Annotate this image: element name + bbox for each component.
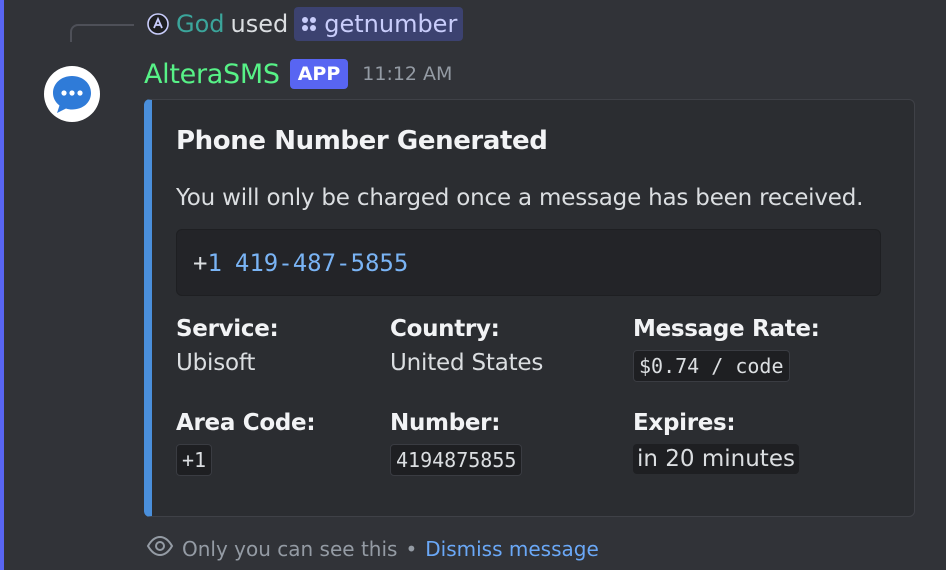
phone-prefix-digit: 1 <box>207 248 222 277</box>
field-message-rate: Message Rate: $0.74 / code <box>633 316 820 382</box>
message-timestamp[interactable]: 11:12 AM <box>362 63 452 85</box>
phone-number-code-block[interactable]: +1 419-487-5855 <box>176 229 881 296</box>
ephemeral-notice: Only you can see this • Dismiss message <box>146 535 599 561</box>
eye-icon <box>146 535 174 561</box>
command-interaction: God used getnumber <box>146 6 464 42</box>
interaction-user[interactable]: God <box>176 10 225 38</box>
field-number-value: 4194875855 <box>390 444 523 476</box>
ephemeral-separator: • <box>405 536 418 561</box>
field-area-code-name: Area Code: <box>176 410 316 436</box>
app-badge: APP <box>289 59 349 89</box>
field-area-code: Area Code: +1 <box>176 410 316 476</box>
field-expires-name: Expires: <box>633 410 736 436</box>
embed-title: Phone Number Generated <box>176 126 548 156</box>
field-number-name: Number: <box>390 410 501 436</box>
user-avatar-icon[interactable] <box>146 12 170 36</box>
field-message-rate-name: Message Rate: <box>633 316 820 342</box>
command-name: getnumber <box>324 10 458 38</box>
interaction-used-text: used <box>230 10 289 38</box>
command-pill[interactable]: getnumber <box>294 7 464 41</box>
highlight-bar <box>0 0 4 570</box>
phone-number: 419-487-5855 <box>234 248 409 277</box>
chat-view: God used getnumber AlteraSMS APP 11:12 A… <box>0 0 946 570</box>
field-message-rate-value: $0.74 / code <box>633 350 790 382</box>
reply-spine <box>70 24 134 42</box>
dismiss-message-link[interactable]: Dismiss message <box>425 537 599 561</box>
field-service: Service: Ubisoft <box>176 316 279 376</box>
field-service-value: Ubisoft <box>176 350 256 376</box>
field-number: Number: 4194875855 <box>390 410 523 476</box>
message-header: AlteraSMS APP 11:12 AM <box>144 56 452 92</box>
field-country-name: Country: <box>390 316 500 342</box>
field-country-value: United States <box>390 350 544 376</box>
command-icon <box>302 17 317 31</box>
field-country: Country: United States <box>390 316 543 376</box>
bot-avatar[interactable] <box>44 66 100 122</box>
embed-card: Phone Number Generated You will only be … <box>144 99 915 517</box>
field-expires-value: in 20 minutes <box>633 444 799 474</box>
field-expires: Expires: in 20 minutes <box>633 410 799 474</box>
field-service-name: Service: <box>176 316 279 342</box>
field-area-code-value: +1 <box>176 444 213 476</box>
ephemeral-text: Only you can see this <box>182 536 398 561</box>
phone-prefix-plus: + <box>193 248 208 277</box>
bot-name[interactable]: AlteraSMS <box>144 59 280 90</box>
embed-description: You will only be charged once a message … <box>176 185 864 211</box>
